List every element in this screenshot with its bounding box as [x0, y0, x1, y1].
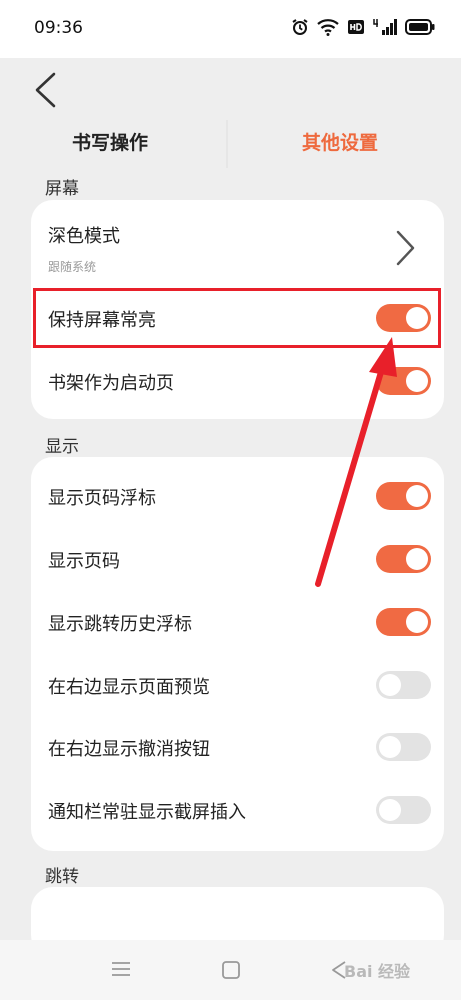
hd-icon: [348, 20, 364, 34]
tab-writing-operations[interactable]: 书写操作: [72, 128, 148, 160]
undo-button-toggle[interactable]: [376, 733, 431, 761]
toggle-knob: [406, 370, 428, 392]
toggle-knob: [379, 674, 401, 696]
watermark: Bai 经验: [344, 962, 411, 981]
page-number-float-toggle[interactable]: [376, 482, 431, 510]
toggle-knob: [406, 548, 428, 570]
toggle-knob: [406, 485, 428, 507]
signal-4g-icon: [373, 19, 397, 35]
page-number-toggle[interactable]: [376, 545, 431, 573]
toggle-knob: [379, 799, 401, 821]
section-title-screen: 屏幕: [45, 179, 79, 199]
back-icon[interactable]: [28, 70, 68, 110]
toggle-knob: [406, 611, 428, 633]
status-time: 09:36: [34, 18, 83, 38]
tab-divider: [226, 120, 228, 168]
bookshelf-start-label: 书架作为启动页: [48, 373, 174, 394]
battery-icon: [405, 19, 435, 35]
page-number-label: 显示页码: [48, 551, 120, 572]
section-title-jump: 跳转: [45, 867, 79, 887]
chevron-right-icon[interactable]: [395, 228, 417, 268]
page-number-float-label: 显示页码浮标: [48, 488, 156, 509]
toggle-knob: [379, 736, 401, 758]
status-icons: [291, 18, 435, 36]
wifi-icon: [317, 19, 339, 36]
status-bar: 09:36: [0, 0, 461, 58]
tab-other-settings[interactable]: 其他设置: [302, 128, 378, 160]
jump-history-float-label: 显示跳转历史浮标: [48, 614, 192, 635]
undo-button-label: 在右边显示撤消按钮: [48, 739, 210, 760]
page-preview-toggle[interactable]: [376, 671, 431, 699]
bookshelf-start-toggle[interactable]: [376, 367, 431, 395]
highlight-box: [33, 288, 441, 348]
dark-mode-sub: 跟随系统: [48, 260, 97, 274]
notification-screenshot-label: 通知栏常驻显示截屏插入: [48, 802, 246, 823]
section-title-display: 显示: [45, 437, 79, 457]
notification-screenshot-toggle[interactable]: [376, 796, 431, 824]
alarm-icon: [292, 19, 308, 35]
home-icon[interactable]: [221, 960, 241, 980]
display-settings-card: [31, 457, 444, 851]
menu-icon[interactable]: [110, 960, 132, 978]
jump-history-float-toggle[interactable]: [376, 608, 431, 636]
page-preview-label: 在右边显示页面预览: [48, 677, 210, 698]
dark-mode-label: 深色模式: [48, 226, 120, 247]
